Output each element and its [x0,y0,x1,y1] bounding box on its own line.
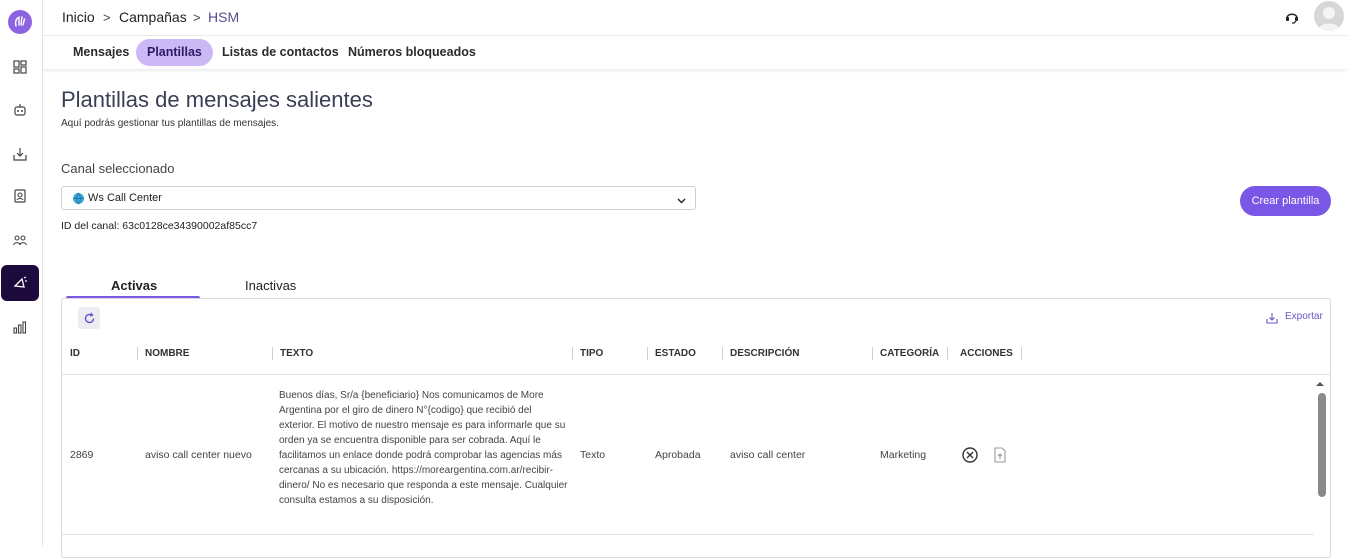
column-separator [137,347,138,360]
column-separator [647,347,648,360]
channel-label: Canal seleccionado [61,161,175,176]
dashboard-icon[interactable] [9,56,31,78]
subtab-mensajes[interactable]: Mensajes [62,39,140,66]
globe-icon [72,192,85,210]
bot-icon[interactable] [9,99,31,121]
column-separator [272,347,273,360]
refresh-button[interactable] [78,307,100,329]
chevron-down-icon [676,193,687,211]
create-template-button[interactable]: Crear plantilla [1240,186,1331,216]
app-logo-icon[interactable] [8,10,32,34]
cell-descripcion: aviso call center [730,449,806,461]
users-group-icon[interactable] [9,229,31,251]
scroll-up-arrow-icon [1316,382,1324,386]
subtab-listas-contactos[interactable]: Listas de contactos [211,39,350,66]
analytics-chart-icon[interactable] [9,316,31,338]
cell-texto: Buenos días, Sr/a {beneficiario} Nos com… [279,390,568,506]
subtab-plantillas[interactable]: Plantillas [136,39,213,66]
column-header-texto[interactable]: TEXTO [280,348,313,359]
row-divider [62,534,1314,535]
column-header-id[interactable]: ID [70,348,80,359]
header-divider [62,374,1330,375]
channel-id: ID del canal: 63c0128ce34390002af85cc7 [61,220,258,232]
channel-select-value: Ws Call Center [88,192,162,204]
column-header-nombre[interactable]: NOMBRE [145,348,189,359]
export-button[interactable]: Exportar [1266,311,1326,325]
cell-nombre: aviso call center nuevo [145,449,252,461]
column-separator [872,347,873,360]
tab-inactivas[interactable]: Inactivas [245,278,296,293]
cell-id: 2869 [70,449,94,461]
deactivate-circle-x-icon[interactable] [961,446,979,464]
user-avatar[interactable] [1314,1,1344,31]
inbox-icon[interactable] [9,143,31,165]
file-upload-icon[interactable] [992,446,1008,464]
breadcrumb-home[interactable]: Inicio [62,9,95,25]
scrollbar-thumb[interactable] [1318,393,1326,497]
page-subtitle: Aquí podrás gestionar tus plantillas de … [61,118,279,129]
column-header-descripcion[interactable]: DESCRIPCIÓN [730,348,799,359]
column-separator [1021,347,1022,360]
download-icon [1266,313,1278,324]
channel-select[interactable]: Ws Call Center [61,186,696,210]
breadcrumb-separator: > [193,10,201,25]
breadcrumb-campaigns[interactable]: Campañas [119,9,187,25]
page-title: Plantillas de mensajes salientes [61,87,373,112]
cell-estado: Aprobada [655,449,701,461]
headset-support-icon[interactable] [1283,8,1301,26]
column-header-acciones: ACCIONES [960,348,1013,359]
contacts-book-icon[interactable] [9,185,31,207]
campaigns-megaphone-icon[interactable] [1,265,39,301]
column-separator [722,347,723,360]
column-header-tipo[interactable]: TIPO [580,348,603,359]
column-separator [572,347,573,360]
breadcrumb-current: HSM [208,9,240,25]
export-label: Exportar [1285,311,1323,322]
column-separator [947,347,948,360]
cell-categoria: Marketing [880,449,927,461]
refresh-icon [84,312,94,323]
cell-tipo: Texto [580,449,606,461]
breadcrumb-separator: > [103,10,111,25]
column-header-estado[interactable]: ESTADO [655,348,696,359]
sidebar [0,0,43,546]
tab-activas[interactable]: Activas [111,278,157,293]
templates-table [61,298,1331,558]
column-header-categoria[interactable]: CATEGORÍA [880,348,939,359]
subtab-numeros-bloqueados[interactable]: Números bloqueados [337,39,487,66]
